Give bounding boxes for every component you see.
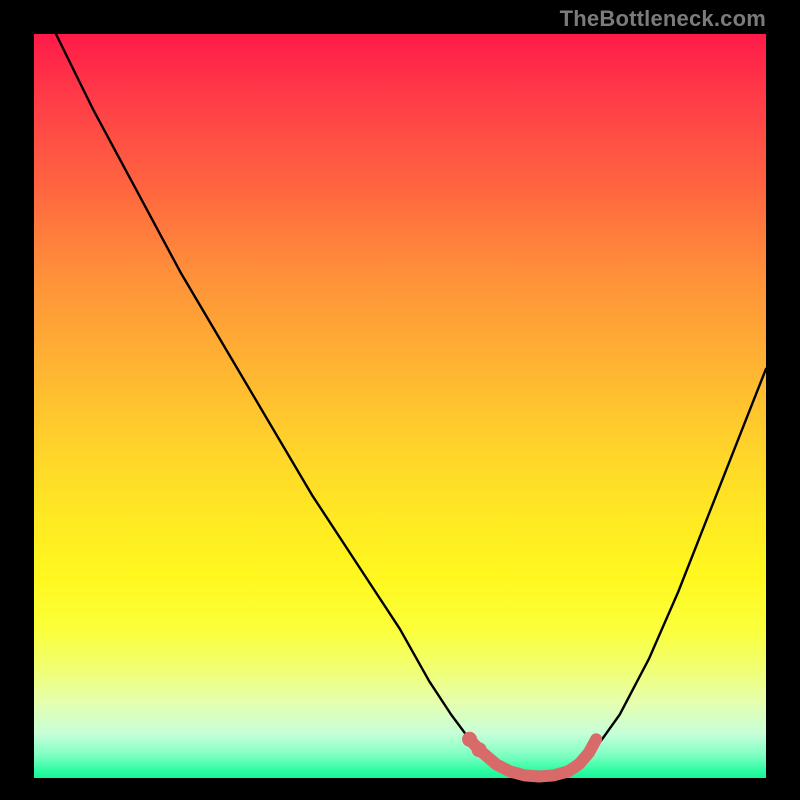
watermark-text: TheBottleneck.com (560, 6, 766, 32)
curve-layer (34, 34, 766, 778)
chart-frame: TheBottleneck.com (0, 0, 800, 800)
bottleneck-curve (56, 34, 766, 777)
highlight-segment (470, 739, 597, 776)
plot-area (34, 34, 766, 778)
highlight-dot-2 (472, 742, 487, 757)
